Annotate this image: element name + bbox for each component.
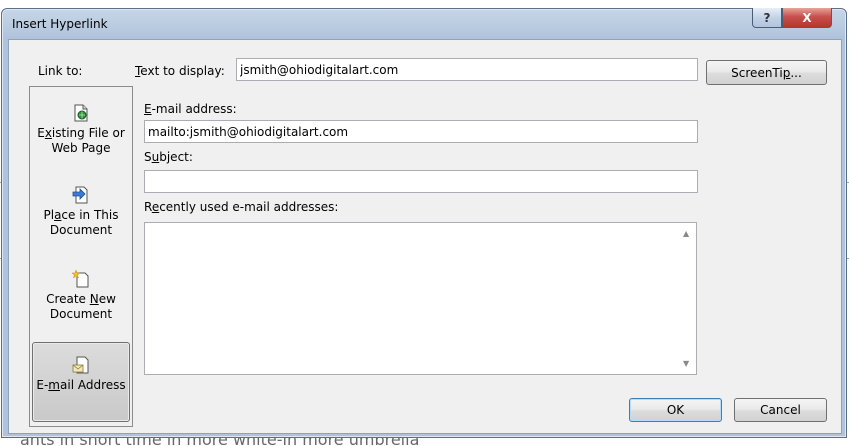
recent-addresses-label: Recently used e-mail addresses:	[144, 200, 339, 214]
list-scrollbar[interactable]: ▲ ▼	[679, 223, 696, 374]
email-address-label: E-mail address:	[144, 102, 237, 116]
place-new-document-label: Create New Document	[46, 292, 116, 321]
dialog-body: Link to: Existing File or Web Page Place	[8, 39, 842, 434]
email-address-icon	[72, 356, 89, 374]
dialog-title: Insert Hyperlink	[12, 17, 108, 31]
link-to-places-bar: Existing File or Web Page Place in This …	[29, 86, 133, 427]
text-to-display-input[interactable]	[236, 58, 698, 81]
new-document-icon	[71, 269, 89, 288]
place-email-address[interactable]: E-mail Address	[32, 342, 130, 422]
place-existing-file-label: Existing File or Web Page	[37, 126, 125, 155]
place-in-document-icon	[72, 186, 88, 204]
recent-addresses-list[interactable]: ▲ ▼	[144, 222, 697, 375]
place-existing-file[interactable]: Existing File or Web Page	[32, 91, 130, 169]
insert-hyperlink-dialog: Insert Hyperlink ? X Link to: Existing F…	[1, 8, 847, 438]
cancel-button[interactable]: Cancel	[734, 398, 827, 422]
existing-file-icon	[74, 104, 88, 122]
ok-button[interactable]: OK	[629, 398, 722, 422]
scroll-up-icon[interactable]: ▲	[683, 229, 689, 238]
scroll-down-icon[interactable]: ▼	[683, 359, 689, 368]
subject-label: Subject:	[144, 150, 193, 164]
subject-input[interactable]	[144, 170, 698, 193]
close-icon: X	[802, 10, 812, 25]
place-email-address-label: E-mail Address	[36, 378, 126, 392]
place-in-document-label: Place in This Document	[43, 208, 119, 237]
place-in-document[interactable]: Place in This Document	[32, 173, 130, 251]
help-icon: ?	[763, 10, 771, 25]
close-button[interactable]: X	[782, 8, 832, 28]
email-address-input[interactable]	[144, 120, 698, 143]
help-button[interactable]: ?	[752, 8, 782, 28]
screentip-button[interactable]: ScreenTi p...	[706, 60, 827, 85]
link-to-label: Link to:	[38, 64, 83, 78]
place-new-document[interactable]: Create New Document	[32, 257, 130, 335]
title-bar[interactable]: Insert Hyperlink ? X	[2, 8, 846, 39]
text-to-display-label: Text to display:	[135, 64, 225, 78]
